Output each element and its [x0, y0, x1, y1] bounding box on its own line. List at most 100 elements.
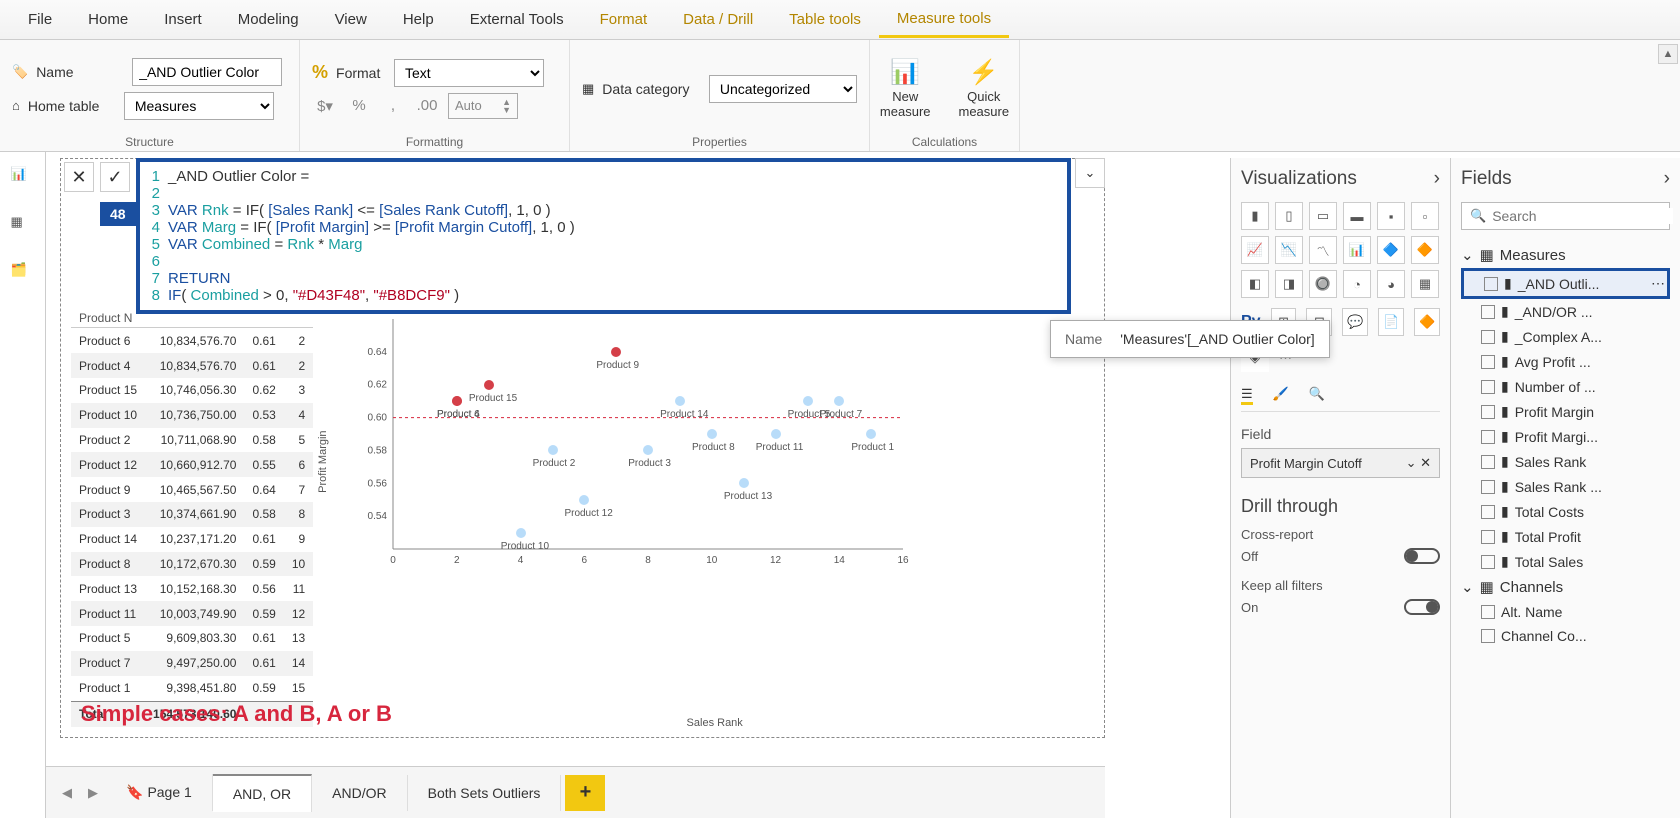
- checkbox[interactable]: [1481, 305, 1495, 319]
- table-row[interactable]: Product 1310,152,168.300.5611: [71, 576, 313, 601]
- viz-type-icon[interactable]: ◕: [1377, 270, 1405, 298]
- table-row[interactable]: Product 310,374,661.900.588: [71, 502, 313, 527]
- keep-filters-toggle[interactable]: [1404, 599, 1440, 615]
- field-item[interactable]: ▮Avg Profit ...: [1461, 349, 1670, 374]
- datacat-select[interactable]: Uncategorized: [709, 75, 857, 103]
- table-row[interactable]: Product 410,834,576.700.612: [71, 353, 313, 378]
- format-select[interactable]: Text: [394, 59, 544, 87]
- sheet-both[interactable]: Both Sets Outliers: [408, 775, 562, 811]
- field-item[interactable]: ▮_AND Outli...⋯: [1461, 268, 1670, 299]
- viz-type-icon[interactable]: ◧: [1241, 270, 1269, 298]
- fields-search[interactable]: 🔍: [1461, 202, 1670, 230]
- report-view-icon[interactable]: 📊: [11, 166, 35, 190]
- chart-point[interactable]: [484, 380, 494, 390]
- model-view-icon[interactable]: 🗂️: [11, 262, 35, 286]
- sheet-next[interactable]: ▶: [80, 780, 106, 806]
- table-row[interactable]: Product 210,711,068.900.585: [71, 428, 313, 453]
- table-row[interactable]: Product 59,609,803.300.6113: [71, 626, 313, 651]
- table-row[interactable]: Product 79,497,250.000.6114: [71, 651, 313, 676]
- field-item[interactable]: ▮Total Profit: [1461, 524, 1670, 549]
- viz-type-icon[interactable]: ▪: [1377, 202, 1405, 230]
- viz-type-icon[interactable]: ◨: [1275, 270, 1303, 298]
- table-row[interactable]: Product 610,834,576.700.612: [71, 328, 313, 354]
- tab-help[interactable]: Help: [385, 3, 452, 36]
- sheet-page1[interactable]: 🔖Page 1: [106, 774, 213, 811]
- fields-tab[interactable]: ☰: [1241, 386, 1253, 405]
- table-row[interactable]: Product 810,172,670.300.5910: [71, 552, 313, 577]
- table-row[interactable]: Product 19,398,451.800.5915: [71, 676, 313, 702]
- checkbox[interactable]: [1481, 605, 1495, 619]
- viz-type-icon[interactable]: ▫: [1411, 202, 1439, 230]
- viz-type-icon[interactable]: 📈: [1241, 236, 1269, 264]
- sheet-add[interactable]: +: [565, 775, 605, 811]
- tab-data-drill[interactable]: Data / Drill: [665, 3, 771, 36]
- field-item[interactable]: ▮Total Sales: [1461, 549, 1670, 574]
- hometable-select[interactable]: Measures: [124, 92, 274, 120]
- comma-button[interactable]: ,: [380, 93, 406, 119]
- formula-cancel[interactable]: ✕: [64, 162, 94, 192]
- checkbox[interactable]: [1481, 480, 1495, 494]
- name-input[interactable]: [132, 58, 282, 86]
- viz-type-icon[interactable]: 🔘: [1309, 270, 1337, 298]
- more-icon[interactable]: ⋯: [1651, 275, 1665, 292]
- checkbox[interactable]: [1481, 430, 1495, 444]
- table-row[interactable]: Product 1510,746,056.300.623: [71, 378, 313, 403]
- format-tab[interactable]: 🖌️: [1273, 386, 1289, 405]
- field-item[interactable]: ▮Number of ...: [1461, 374, 1670, 399]
- field-item[interactable]: ▮Profit Margin: [1461, 399, 1670, 424]
- chart-point[interactable]: [803, 396, 813, 406]
- auto-decimals[interactable]: Auto▲▼: [448, 93, 518, 119]
- tab-table-tools[interactable]: Table tools: [771, 3, 879, 36]
- cross-report-toggle[interactable]: [1404, 548, 1440, 564]
- tab-file[interactable]: File: [10, 3, 70, 36]
- ribbon-scroll-up[interactable]: ▲: [1658, 44, 1678, 64]
- chart-point[interactable]: [548, 445, 558, 455]
- checkbox[interactable]: [1481, 405, 1495, 419]
- field-item[interactable]: ▮_Complex A...: [1461, 324, 1670, 349]
- field-well[interactable]: Profit Margin Cutoff ⌄ ✕: [1241, 448, 1440, 478]
- tab-measure-tools[interactable]: Measure tools: [879, 2, 1009, 38]
- group-measures[interactable]: ⌄▦Measures: [1461, 242, 1670, 268]
- formula-editor[interactable]: 48 1_AND Outlier Color =23VAR Rnk = IF( …: [136, 158, 1071, 314]
- chart-point[interactable]: [771, 429, 781, 439]
- percent-button[interactable]: %: [346, 93, 372, 119]
- table-row[interactable]: Product 1010,736,750.000.534: [71, 403, 313, 428]
- tab-format[interactable]: Format: [582, 3, 666, 36]
- tab-view[interactable]: View: [317, 3, 385, 36]
- field-remove-icon[interactable]: ✕: [1420, 455, 1431, 470]
- viz-type-icon[interactable]: ▭: [1309, 202, 1337, 230]
- formula-expand[interactable]: ⌄: [1075, 158, 1105, 188]
- qa-icon[interactable]: 💬: [1342, 308, 1368, 336]
- field-item[interactable]: ▮_AND/OR ...: [1461, 299, 1670, 324]
- tab-modeling[interactable]: Modeling: [220, 3, 317, 36]
- checkbox[interactable]: [1481, 555, 1495, 569]
- field-item[interactable]: Alt. Name: [1461, 600, 1670, 624]
- table-row[interactable]: Product 910,465,567.500.647: [71, 477, 313, 502]
- sheet-and-or[interactable]: AND, OR: [213, 774, 312, 812]
- tab-external-tools[interactable]: External Tools: [452, 3, 582, 36]
- decimal-button[interactable]: .00: [414, 93, 440, 119]
- paginated-icon[interactable]: 📄: [1378, 308, 1404, 336]
- viz-type-icon[interactable]: ▬: [1343, 202, 1371, 230]
- analytics-tab[interactable]: 🔍: [1309, 386, 1325, 405]
- viz-type-icon[interactable]: 📊: [1343, 236, 1371, 264]
- viz-type-icon[interactable]: ▮: [1241, 202, 1269, 230]
- field-item[interactable]: Channel Co...: [1461, 624, 1670, 648]
- chart-point[interactable]: [516, 528, 526, 538]
- viz-type-icon[interactable]: 🔷: [1377, 236, 1405, 264]
- chart-point[interactable]: [707, 429, 717, 439]
- smart-narrative-icon[interactable]: 🔶: [1414, 308, 1440, 336]
- checkbox[interactable]: [1484, 277, 1498, 291]
- checkbox[interactable]: [1481, 505, 1495, 519]
- viz-type-icon[interactable]: ▦: [1411, 270, 1439, 298]
- fields-collapse[interactable]: ›: [1664, 168, 1670, 190]
- formula-commit[interactable]: ✓: [100, 162, 130, 192]
- currency-button[interactable]: $▾: [312, 93, 338, 119]
- quick-measure-button[interactable]: ⚡ Quick measure: [949, 44, 1020, 133]
- viz-type-icon[interactable]: 🔶: [1411, 236, 1439, 264]
- table-row[interactable]: Product 1410,237,171.200.619: [71, 527, 313, 552]
- search-input[interactable]: [1492, 208, 1673, 224]
- sheet-prev[interactable]: ◀: [54, 780, 80, 806]
- field-item[interactable]: ▮Sales Rank: [1461, 449, 1670, 474]
- field-item[interactable]: ▮Total Costs: [1461, 499, 1670, 524]
